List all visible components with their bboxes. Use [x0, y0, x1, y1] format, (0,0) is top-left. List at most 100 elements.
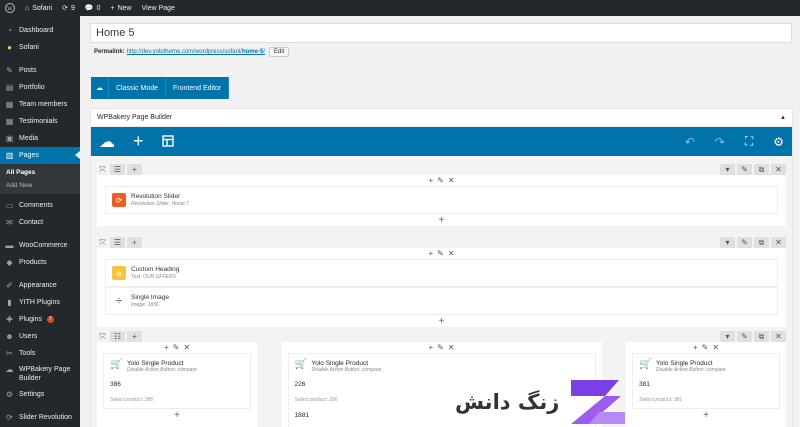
sidebar-item-settings[interactable]: ⚙ Settings	[0, 386, 80, 403]
sidebar-item-posts[interactable]: ✎ Posts	[0, 62, 80, 79]
submenu-all-pages[interactable]: All Pages	[0, 166, 80, 179]
admin-bar: W ⌂ Sofani ⟳ 9 💬 0 + New View Page	[0, 0, 800, 16]
home-icon: ⌂	[25, 4, 30, 12]
wp-logo-icon[interactable]: W	[0, 0, 20, 16]
main-content: Home 5 Permalink: http://dev.yolotheme.c…	[80, 16, 800, 427]
collapse-arrow-icon[interactable]: ▲	[780, 115, 786, 121]
edit-row-icon[interactable]: ✎	[737, 164, 752, 175]
portfolio-icon: ▤	[5, 83, 14, 92]
add-icon[interactable]: +	[428, 249, 433, 258]
sidebar-item-dashboard[interactable]: ◔ Dashboard	[0, 22, 80, 39]
delete-icon[interactable]: ✕	[448, 249, 455, 258]
delete-row-icon[interactable]: ✕	[771, 164, 786, 175]
submenu-add-new[interactable]: Add New	[0, 179, 80, 192]
element-yolo-single-product[interactable]: 🛒 Yolo Single Product Disable Action Butto…	[103, 353, 251, 409]
add-icon[interactable]: +	[164, 343, 169, 352]
wpbakery-cloud-icon[interactable]: ☁	[91, 77, 109, 99]
clone-row-icon[interactable]: ⧉	[754, 331, 769, 342]
sidebar-item-comments[interactable]: ▭ Comments	[0, 197, 80, 214]
editor-mode-buttons: ☁ Classic Mode Frontend Editor	[91, 77, 230, 99]
column-layout-icon[interactable]: ☰	[110, 164, 125, 175]
add-column-icon[interactable]: +	[127, 164, 142, 175]
sidebar-item-plugins[interactable]: ✚ Plugins 7	[0, 311, 80, 328]
sidebar-item-media[interactable]: ▣ Media	[0, 130, 80, 147]
wpbakery-panel-header[interactable]: WPBakery Page Builder ▲	[91, 109, 792, 127]
wpbakery-logo-icon[interactable]: ☁	[99, 132, 115, 152]
add-element-icon[interactable]: +	[133, 131, 144, 152]
add-element-button[interactable]: +	[626, 409, 786, 421]
column-controls: + ✎ ✕	[282, 342, 602, 353]
delete-icon[interactable]: ✕	[448, 176, 455, 185]
add-column-icon[interactable]: +	[127, 331, 142, 342]
undo-icon[interactable]: ↶	[685, 135, 695, 149]
sidebar-item-pages[interactable]: ▥ Pages	[0, 147, 80, 164]
sidebar-item-wpbakery[interactable]: ☁ WPBakery Page Builder	[0, 362, 80, 386]
redo-icon[interactable]: ↷	[715, 135, 725, 149]
add-icon[interactable]: +	[693, 343, 698, 352]
edit-icon[interactable]: ✎	[437, 249, 444, 258]
element-single-image[interactable]: ÷ Single Image Image: 1836	[105, 287, 778, 315]
delete-icon[interactable]: ✕	[448, 343, 455, 352]
permalink-edit-button[interactable]: Edit	[268, 47, 290, 57]
add-element-button[interactable]: +	[97, 315, 786, 327]
column-layout-icon[interactable]: ☷	[110, 331, 125, 342]
element-custom-heading[interactable]: a Custom Heading Text: OUR OFFERS	[105, 259, 778, 287]
sidebar-item-slider-revolution[interactable]: ⟳ Slider Revolution	[0, 409, 80, 426]
add-element-button[interactable]: +	[97, 409, 257, 421]
settings-gear-icon[interactable]: ⚙	[773, 135, 784, 149]
drag-handle-icon[interactable]: ⤧	[97, 164, 108, 175]
sidebar-item-woocommerce[interactable]: ▬ WooCommerce	[0, 237, 80, 254]
toggle-row-icon[interactable]: ▾	[720, 237, 735, 248]
fullscreen-icon[interactable]: ⛶	[745, 134, 753, 149]
sidebar-item-appearance[interactable]: ✐ Appearance	[0, 277, 80, 294]
clone-row-icon[interactable]: ⧉	[754, 164, 769, 175]
page-title-input[interactable]: Home 5	[90, 23, 792, 43]
edit-icon[interactable]: ✎	[437, 343, 444, 352]
add-column-icon[interactable]: +	[127, 237, 142, 248]
toggle-row-icon[interactable]: ▾	[720, 331, 735, 342]
toggle-row-icon[interactable]: ▾	[720, 164, 735, 175]
edit-row-icon[interactable]: ✎	[737, 237, 752, 248]
delete-row-icon[interactable]: ✕	[771, 237, 786, 248]
sidebar-item-sofani[interactable]: ● Sofani	[0, 39, 80, 56]
add-element-button[interactable]: +	[97, 214, 786, 226]
view-page-link[interactable]: View Page	[137, 0, 180, 16]
add-icon[interactable]: +	[428, 343, 433, 352]
element-revolution-slider[interactable]: ⟳ Revolution Slider Revolution Slider: Ho…	[105, 186, 778, 214]
drag-handle-icon[interactable]: ⤧	[97, 331, 108, 342]
delete-row-icon[interactable]: ✕	[771, 331, 786, 342]
classic-mode-button[interactable]: Classic Mode	[109, 77, 167, 99]
plus-icon: +	[110, 4, 115, 12]
updates-link[interactable]: ⟳ 9	[57, 0, 80, 16]
sidebar-item-contact[interactable]: ✉ Contact	[0, 214, 80, 231]
permalink-link[interactable]: http://dev.yolotheme.com/wordpress/sofan…	[127, 49, 265, 55]
sidebar-item-tools[interactable]: ✂ Tools	[0, 345, 80, 362]
z-logo-icon	[571, 380, 626, 424]
drag-handle-icon[interactable]: ⤧	[97, 237, 108, 248]
sidebar-item-team[interactable]: ▦ Team members	[0, 96, 80, 113]
add-icon[interactable]: +	[428, 176, 433, 185]
sidebar-item-testimonials[interactable]: ▦ Testimonials	[0, 113, 80, 130]
delete-icon[interactable]: ✕	[712, 343, 719, 352]
comment-icon: 💬	[84, 5, 94, 12]
edit-row-icon[interactable]: ✎	[737, 331, 752, 342]
site-name-link[interactable]: ⌂ Sofani	[20, 0, 57, 16]
edit-icon[interactable]: ✎	[702, 343, 709, 352]
sidebar-item-yith[interactable]: ▮ YITH Plugins	[0, 294, 80, 311]
clone-row-icon[interactable]: ⧉	[754, 237, 769, 248]
builder-row: ⤧ ☰ + ▾ ✎ ⧉ ✕ + ✎ ✕ ⟳ Revolution Slider …	[97, 164, 786, 226]
column-layout-icon[interactable]: ☰	[110, 237, 125, 248]
edit-icon[interactable]: ✎	[173, 343, 180, 352]
sidebar-item-users[interactable]: ☻ Users	[0, 328, 80, 345]
edit-icon[interactable]: ✎	[437, 176, 444, 185]
sidebar-item-products[interactable]: ◆ Products	[0, 254, 80, 271]
delete-icon[interactable]: ✕	[183, 343, 190, 352]
yith-icon: ▮	[7, 298, 12, 307]
comments-link[interactable]: 💬 0	[80, 0, 106, 16]
new-content-link[interactable]: + New	[106, 0, 137, 16]
element-yolo-single-product[interactable]: 🛒 Yolo Single Product Disable Action Butto…	[632, 353, 780, 409]
frontend-editor-button[interactable]: Frontend Editor	[166, 77, 230, 99]
media-icon: ▣	[5, 134, 14, 143]
sidebar-item-portfolio[interactable]: ▤ Portfolio	[0, 79, 80, 96]
templates-icon[interactable]	[161, 134, 174, 150]
